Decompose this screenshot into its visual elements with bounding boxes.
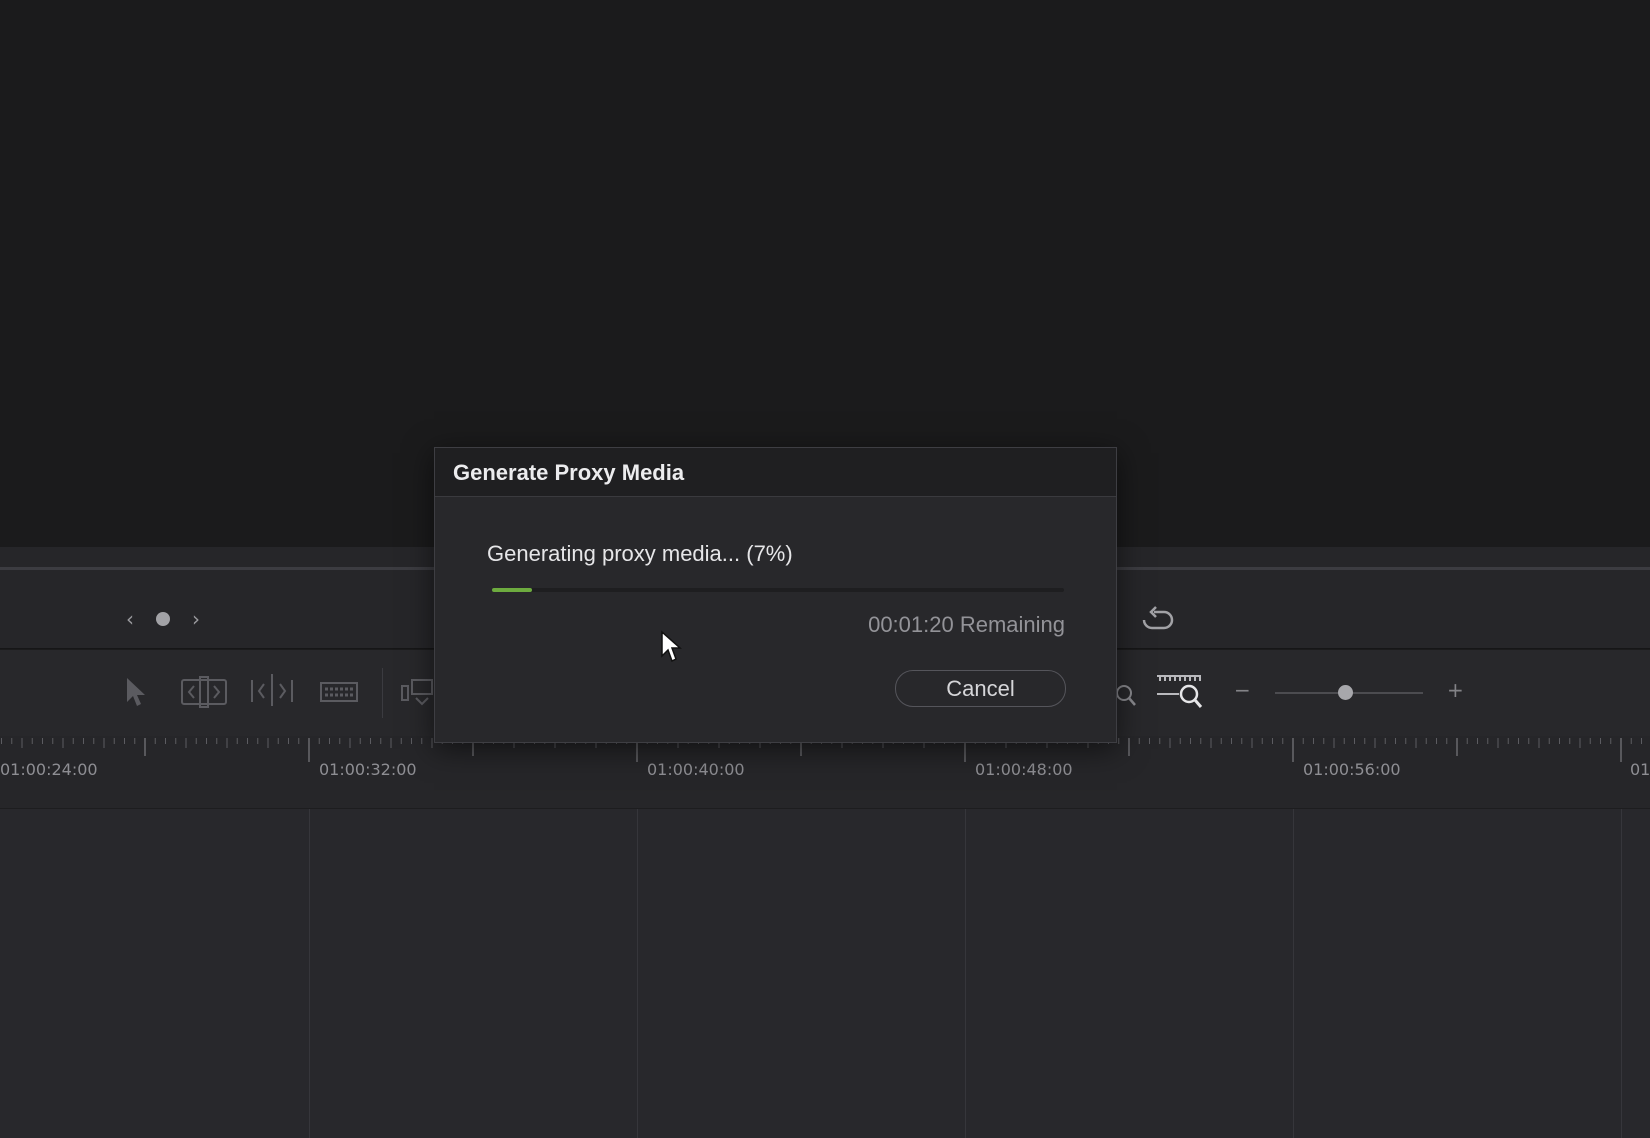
loop-icon[interactable] <box>1136 600 1174 632</box>
cancel-button[interactable]: Cancel <box>895 670 1066 707</box>
progress-status-text: Generating proxy media... (7%) <box>487 541 793 566</box>
zoom-in-button[interactable]: + <box>1447 680 1464 700</box>
track-grid-line <box>309 809 310 1138</box>
selection-pointer-icon[interactable] <box>124 676 146 708</box>
track-grid-line <box>637 809 638 1138</box>
chevron-right-icon[interactable]: › <box>192 609 200 629</box>
timecode-label: 01:00:24:00 <box>0 760 98 779</box>
dialog-header: Generate Proxy Media <box>435 448 1116 497</box>
track-grid-line <box>1293 809 1294 1138</box>
timeline-ruler[interactable] <box>0 736 1650 809</box>
timecode-label: 01:00:40:00 <box>647 760 745 779</box>
zoom-out-button[interactable]: − <box>1234 680 1251 700</box>
timecode-label: 01:00:48:00 <box>975 760 1073 779</box>
timeline-tracks[interactable] <box>0 809 1650 1138</box>
time-remaining-text: 00:01:20 Remaining <box>868 612 1065 637</box>
track-grid-line <box>965 809 966 1138</box>
zoom-custom-ruler-icon[interactable] <box>1155 674 1205 710</box>
zoom-slider-handle[interactable] <box>1337 685 1353 700</box>
track-grid-line <box>1621 809 1622 1138</box>
zoom-to-fit-icon[interactable] <box>1114 682 1136 708</box>
progress-bar-fill <box>492 588 533 592</box>
toolbar-separator <box>382 668 383 718</box>
timecode-label: 01:00:56:00 <box>1303 760 1401 779</box>
progress-bar <box>492 588 1064 592</box>
dynamic-trim-icon[interactable] <box>250 672 294 708</box>
insert-clip-icon[interactable] <box>400 676 434 708</box>
generate-proxy-dialog: Generate Proxy Media Generating proxy me… <box>434 447 1117 743</box>
dot-icon[interactable] <box>156 612 170 626</box>
trim-edit-icon[interactable] <box>180 676 228 708</box>
dialog-title: Generate Proxy Media <box>453 460 685 485</box>
timecode-label: 01 <box>1630 760 1650 779</box>
chevron-left-icon[interactable]: ‹ <box>126 609 134 629</box>
clip-navigation: ‹ › <box>126 606 200 632</box>
timecode-label: 01:00:32:00 <box>319 760 417 779</box>
blade-icon[interactable] <box>319 680 359 704</box>
mouse-cursor-icon <box>661 630 682 663</box>
